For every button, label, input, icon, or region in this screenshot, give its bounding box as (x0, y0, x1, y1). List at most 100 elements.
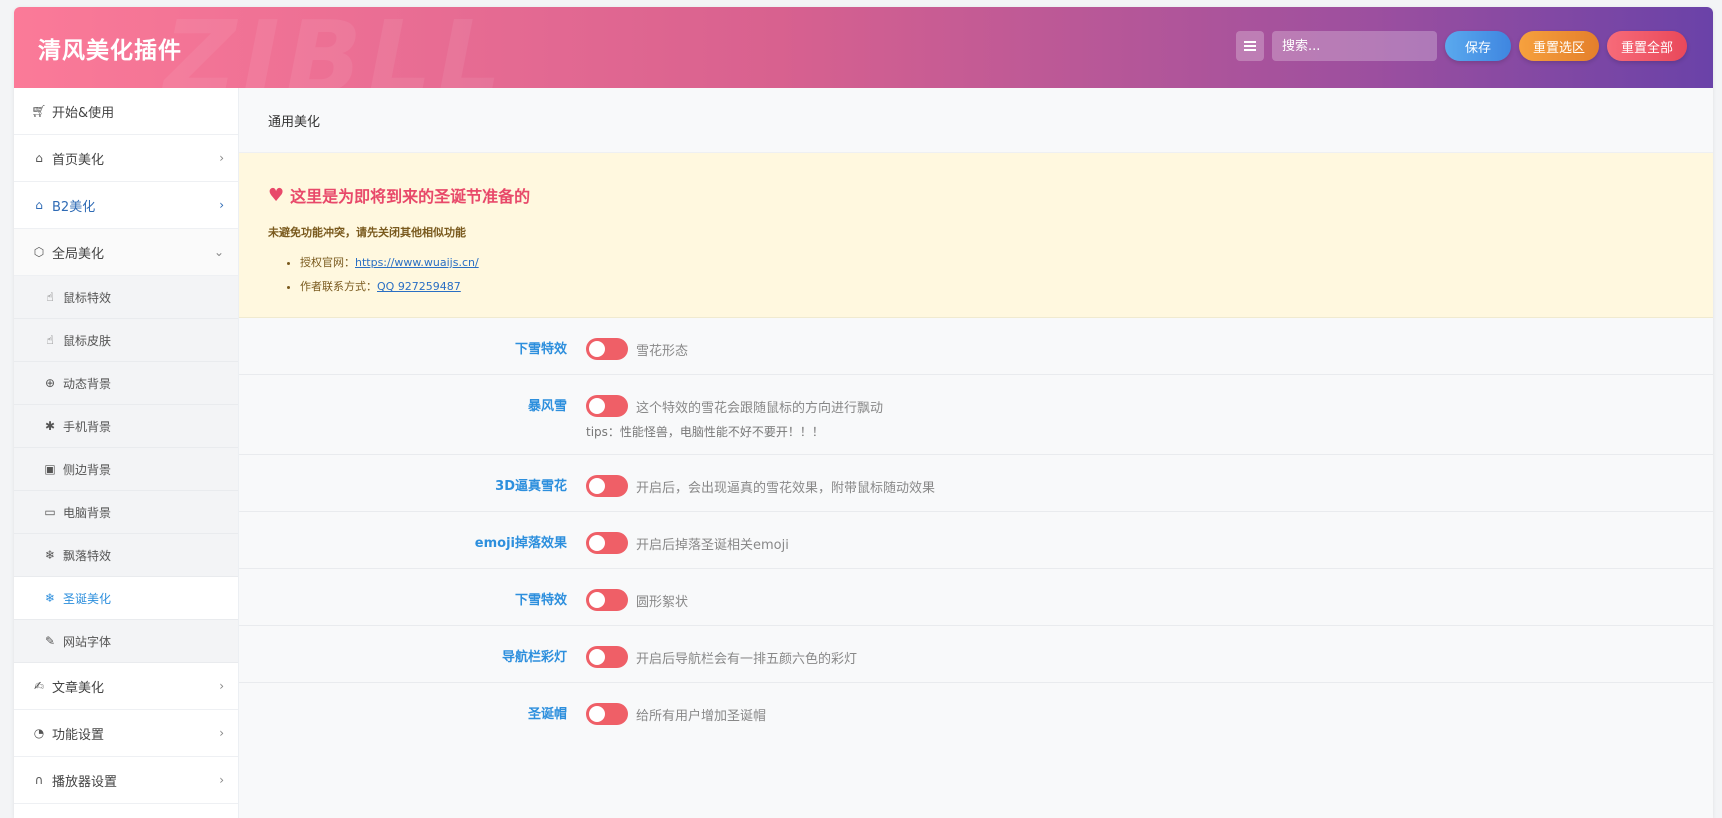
reset-section-button[interactable]: 重置选区 (1518, 31, 1599, 61)
sidebar-subitem-falling-effect[interactable]: ❄︎ 飘落特效 (14, 534, 238, 577)
option-row: 下雪特效 雪花形态 (239, 318, 1713, 375)
sidebar-subitem-mobile-bg[interactable]: ✱ 手机背景 (14, 405, 238, 448)
sidebar-item-function[interactable]: ◔ 功能设置 › (14, 710, 238, 757)
snow-effect-toggle[interactable] (586, 338, 628, 360)
option-description: 给所有用户增加圣诞帽 (636, 708, 767, 724)
notice-list-item: 授权官网：https://www.wuaijs.cn/ (300, 254, 1684, 270)
sidebar-subitem-label: 侧边背景 (63, 462, 112, 477)
option-row: 暴风雪 这个特效的雪花会跟随鼠标的方向进行飘动 tips：性能怪兽，电脑性能不好… (239, 375, 1713, 455)
sidebar-subitem-mouse-skin[interactable]: ☝︎ 鼠标皮肤 (14, 319, 238, 362)
snowflake-icon: ❄︎ (44, 548, 56, 562)
sidebar-subitem-mouse-effect[interactable]: ☝︎ 鼠标特效 (14, 276, 238, 319)
hand-pointer-icon: ☝︎ (46, 333, 54, 347)
sidebar-subitem-label: 鼠标皮肤 (63, 333, 112, 348)
toggle-knob (589, 535, 605, 551)
option-label: 下雪特效 (514, 342, 567, 357)
notice-box: ♥ 这里是为即将到来的圣诞节准备的 未避免功能冲突，请先关闭其他相似功能 授权官… (239, 153, 1713, 318)
sidebar-subitem-label: 鼠标特效 (63, 290, 112, 305)
option-description: 开启后导航栏会有一排五颜六色的彩灯 (636, 651, 858, 667)
toggle-knob (589, 398, 605, 414)
option-control: 这个特效的雪花会跟随鼠标的方向进行飘动 (586, 395, 883, 417)
sidebar-subitem-desktop-bg[interactable]: ▭ 电脑背景 (14, 491, 238, 534)
nav-lights-toggle[interactable] (586, 646, 628, 668)
option-control: 雪花形态 (586, 338, 688, 360)
app-frame: ZIBLL 清风美化插件 保存 重置选区 重置全部 🛒︎ 开始&使用 ⌂ 首页美… (14, 7, 1713, 818)
sidebar-subitem-label: 飘落特效 (63, 548, 112, 563)
option-label: 下雪特效 (514, 593, 567, 608)
option-row: 圣诞帽 给所有用户增加圣诞帽 (239, 683, 1713, 740)
notice-line-prefix: 授权官网： (300, 256, 355, 269)
sidebar: 🛒︎ 开始&使用 ⌂ 首页美化 › ⌂ B2美化 › ⬡ 全局美化 ⌄ ☝︎ 鼠… (14, 88, 239, 818)
toggle-knob (589, 706, 605, 722)
option-control: 开启后掉落圣诞相关emoji (586, 532, 789, 554)
reset-all-button[interactable]: 重置全部 (1606, 31, 1687, 61)
search-input[interactable] (1271, 31, 1437, 61)
sidebar-item-player[interactable]: ∩ 播放器设置 › (14, 757, 238, 804)
chevron-right-icon: › (219, 773, 224, 787)
toggle-knob (589, 341, 605, 357)
sidebar-subitem-font[interactable]: ✎ 网站字体 (14, 620, 238, 663)
official-site-link[interactable]: https://www.wuaijs.cn/ (355, 256, 479, 269)
chevron-right-icon: › (219, 151, 224, 165)
sidebar-item-article[interactable]: ✍︎ 文章美化 › (14, 663, 238, 710)
cube-icon: ⬡ (33, 245, 45, 259)
sidebar-item-label: 首页美化 (52, 152, 105, 168)
chevron-right-icon: › (219, 198, 224, 212)
sidebar-item-b2[interactable]: ⌂ B2美化 › (14, 182, 238, 229)
snow-effect-round-toggle[interactable] (586, 589, 628, 611)
sidebar-item-label: 文章美化 (52, 680, 105, 696)
option-control: 开启后导航栏会有一排五颜六色的彩灯 (586, 646, 857, 668)
home-icon: ⌂ (35, 151, 43, 165)
realistic-snow-toggle[interactable] (586, 475, 628, 497)
option-description: 雪花形态 (636, 343, 689, 359)
sidebar-item-label: B2美化 (52, 199, 96, 215)
sidebar-item-start[interactable]: 🛒︎ 开始&使用 (14, 88, 238, 135)
sidebar-subitem-side-bg[interactable]: ▣ 侧边背景 (14, 448, 238, 491)
option-row: emoji掉落效果 开启后掉落圣诞相关emoji (239, 512, 1713, 569)
sidebar-item-label: 功能设置 (52, 727, 105, 743)
blizzard-toggle[interactable] (586, 395, 628, 417)
option-control: 圆形絮状 (586, 589, 688, 611)
christmas-hat-toggle[interactable] (586, 703, 628, 725)
sidebar-subitem-christmas[interactable]: ❄︎ 圣诞美化 (14, 577, 238, 620)
heart-icon: ♥ (268, 184, 285, 206)
notice-list: 授权官网：https://www.wuaijs.cn/ 作者联系方式：QQ 92… (268, 254, 1684, 294)
menu-list-icon[interactable] (1235, 31, 1264, 61)
option-control: 给所有用户增加圣诞帽 (586, 703, 766, 725)
sidebar-subitem-label: 网站字体 (63, 634, 112, 649)
sidebar-subitem-label: 圣诞美化 (63, 591, 112, 606)
option-label: emoji掉落效果 (474, 536, 567, 551)
chevron-right-icon: › (219, 679, 224, 693)
emoji-falling-toggle[interactable] (586, 532, 628, 554)
author-contact-link[interactable]: QQ 927259487 (377, 280, 461, 293)
sidebar-item-label: 开始&使用 (52, 105, 115, 121)
notice-subtitle: 未避免功能冲突，请先关闭其他相似功能 (268, 226, 466, 239)
sidebar-subitem-label: 电脑背景 (63, 505, 112, 520)
notice-line-prefix: 作者联系方式： (300, 280, 377, 293)
edit-icon: ✍︎ (33, 679, 45, 693)
save-button[interactable]: 保存 (1444, 31, 1511, 61)
home-icon: ⌂ (35, 198, 43, 212)
option-label: 3D逼真雪花 (495, 479, 567, 494)
pie-chart-icon: ◔ (33, 726, 45, 740)
sidebar-item-global[interactable]: ⬡ 全局美化 ⌄ (14, 229, 238, 276)
toggle-knob (589, 592, 605, 608)
monitor-icon: ▭ (44, 505, 56, 519)
lifebuoy-icon: ⊕ (44, 376, 56, 390)
toggle-knob (589, 478, 605, 494)
sidebar-item-label: 播放器设置 (52, 774, 118, 790)
cart-icon: 🛒︎ (31, 104, 47, 118)
option-label: 暴风雪 (527, 399, 567, 414)
option-description: 开启后，会出现逼真的雪花效果，附带鼠标随动效果 (636, 480, 936, 496)
sidebar-subitem-label: 动态背景 (63, 376, 112, 391)
option-row: 导航栏彩灯 开启后导航栏会有一排五颜六色的彩灯 (239, 626, 1713, 683)
notice-list-item: 作者联系方式：QQ 927259487 (300, 278, 1684, 294)
notice-title-text: 这里是为即将到来的圣诞节准备的 (290, 187, 531, 206)
option-row: 3D逼真雪花 开启后，会出现逼真的雪花效果，附带鼠标随动效果 (239, 455, 1713, 512)
sidebar-item-home[interactable]: ⌂ 首页美化 › (14, 135, 238, 182)
option-description: 这个特效的雪花会跟随鼠标的方向进行飘动 (636, 400, 884, 416)
option-label: 导航栏彩灯 (501, 650, 567, 665)
sidebar-item-label: 全局美化 (52, 246, 105, 262)
image-icon: ▣ (44, 462, 56, 476)
sidebar-subitem-dynamic-bg[interactable]: ⊕ 动态背景 (14, 362, 238, 405)
